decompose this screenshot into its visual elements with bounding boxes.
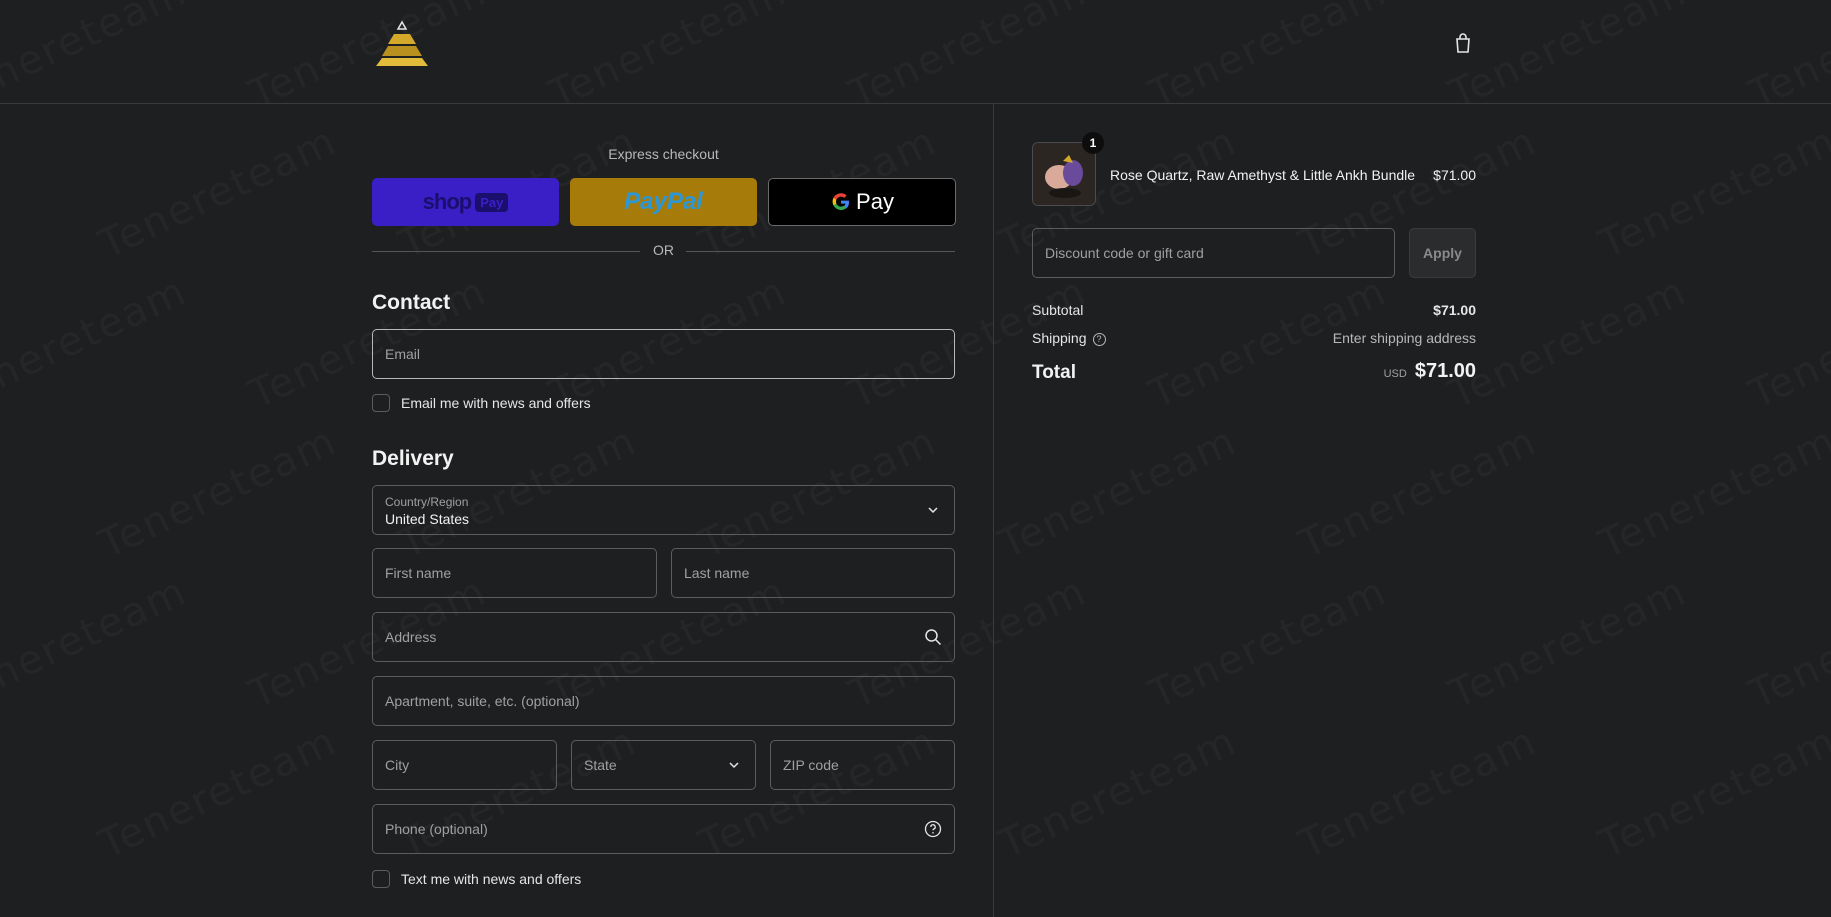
phone-input[interactable]	[385, 821, 942, 837]
or-label: OR	[653, 242, 674, 258]
country-value: United States	[385, 511, 470, 527]
total-value-group: USD $71.00	[1384, 360, 1476, 383]
shipping-row: Shipping? Enter shipping address	[1032, 330, 1476, 346]
shop-pay-wordmark: shop	[422, 189, 473, 214]
last-name-field[interactable]	[671, 548, 955, 598]
watermark-text: Tenereteam	[1592, 418, 1831, 568]
address-input[interactable]	[385, 629, 942, 645]
newsletter-checkbox[interactable]	[372, 394, 390, 412]
chevron-down-icon	[729, 762, 739, 769]
watermark-text: Tenereteam	[1442, 268, 1694, 418]
email-input[interactable]	[385, 346, 942, 362]
product-price: $71.00	[1433, 167, 1476, 183]
watermark-text: Tenereteam	[992, 718, 1244, 868]
watermark-text: Tenereteam	[1142, 568, 1394, 718]
contact-title: Contact	[372, 291, 451, 314]
country-select[interactable]: Country/Region United States	[372, 485, 955, 535]
first-name-field[interactable]	[372, 548, 657, 598]
address-field[interactable]	[372, 612, 955, 662]
discount-field[interactable]	[1032, 228, 1395, 278]
state-label: State	[584, 757, 617, 773]
total-label: Total	[1032, 362, 1076, 383]
watermark-text: Tenereteam	[1292, 418, 1544, 568]
watermark-text: Tenereteam	[0, 568, 194, 718]
chevron-down-icon	[928, 507, 938, 514]
watermark-text: Tenereteam	[1742, 568, 1831, 718]
apply-discount-button[interactable]: Apply	[1409, 228, 1476, 278]
shipping-label: Shipping	[1032, 330, 1087, 346]
or-line-right	[686, 251, 955, 252]
sms-option[interactable]: Text me with news and offers	[372, 870, 581, 888]
sms-checkbox[interactable]	[372, 870, 390, 888]
pyramid-logo-icon[interactable]	[372, 20, 432, 66]
subtotal-label: Subtotal	[1032, 302, 1084, 318]
google-pay-button[interactable]: Pay	[768, 178, 956, 226]
google-g-icon	[832, 193, 850, 210]
last-name-input[interactable]	[684, 565, 942, 581]
column-divider	[993, 104, 994, 917]
zip-input[interactable]	[783, 757, 942, 773]
google-pay-wordmark: Pay	[856, 189, 894, 214]
subtotal-value: $71.00	[1433, 302, 1476, 318]
shipping-value: Enter shipping address	[1332, 330, 1476, 346]
total-amount: $71.00	[1414, 360, 1476, 382]
apartment-field[interactable]	[372, 676, 955, 726]
total-row: Total USD $71.00	[1032, 360, 1476, 384]
subtotal-row: Subtotal $71.00	[1032, 302, 1476, 318]
watermark-text: Tenereteam	[0, 268, 194, 418]
city-field[interactable]	[372, 740, 557, 790]
watermark-text: Tenereteam	[1292, 718, 1544, 868]
watermark-text: Tenereteam	[1442, 568, 1694, 718]
shopping-bag-icon[interactable]	[1452, 32, 1474, 54]
site-header	[0, 0, 1831, 104]
watermark-text: Tenereteam	[1592, 718, 1831, 868]
shop-pay-badge: Pay	[475, 192, 509, 212]
quantity-badge: 1	[1082, 132, 1104, 154]
state-select[interactable]: State	[571, 740, 756, 790]
phone-field[interactable]	[372, 804, 955, 854]
delivery-title: Delivery	[372, 447, 454, 470]
watermark-text: Tenereteam	[92, 118, 344, 268]
paypal-wordmark: PayPal	[624, 188, 703, 215]
zip-field[interactable]	[770, 740, 955, 790]
express-checkout-title: Express checkout	[608, 146, 719, 162]
country-label: Country/Region	[385, 495, 469, 509]
shipping-help-icon[interactable]: ?	[1092, 332, 1106, 346]
sms-label: Text me with news and offers	[401, 871, 582, 887]
search-icon[interactable]	[924, 628, 942, 646]
paypal-button[interactable]: PayPal	[570, 178, 757, 226]
discount-input[interactable]	[1045, 245, 1382, 261]
newsletter-label: Email me with news and offers	[401, 395, 591, 411]
email-field[interactable]	[372, 329, 955, 379]
shop-pay-button[interactable]: shop Pay	[372, 178, 559, 226]
first-name-input[interactable]	[385, 565, 644, 581]
watermark-text: Tenereteam	[92, 718, 344, 868]
newsletter-option[interactable]: Email me with news and offers	[372, 394, 591, 412]
or-divider: OR	[372, 242, 955, 262]
product-name: Rose Quartz, Raw Amethyst & Little Ankh …	[1110, 167, 1416, 183]
watermark-text: Tenereteam	[1742, 268, 1831, 418]
watermark-text: Tenereteam	[92, 418, 344, 568]
city-input[interactable]	[385, 757, 544, 773]
watermark-text: Tenereteam	[992, 418, 1244, 568]
apartment-input[interactable]	[385, 693, 942, 709]
help-circle-icon[interactable]	[924, 820, 942, 838]
watermark-text: Tenereteam	[1592, 118, 1831, 268]
total-currency: USD	[1383, 368, 1407, 380]
